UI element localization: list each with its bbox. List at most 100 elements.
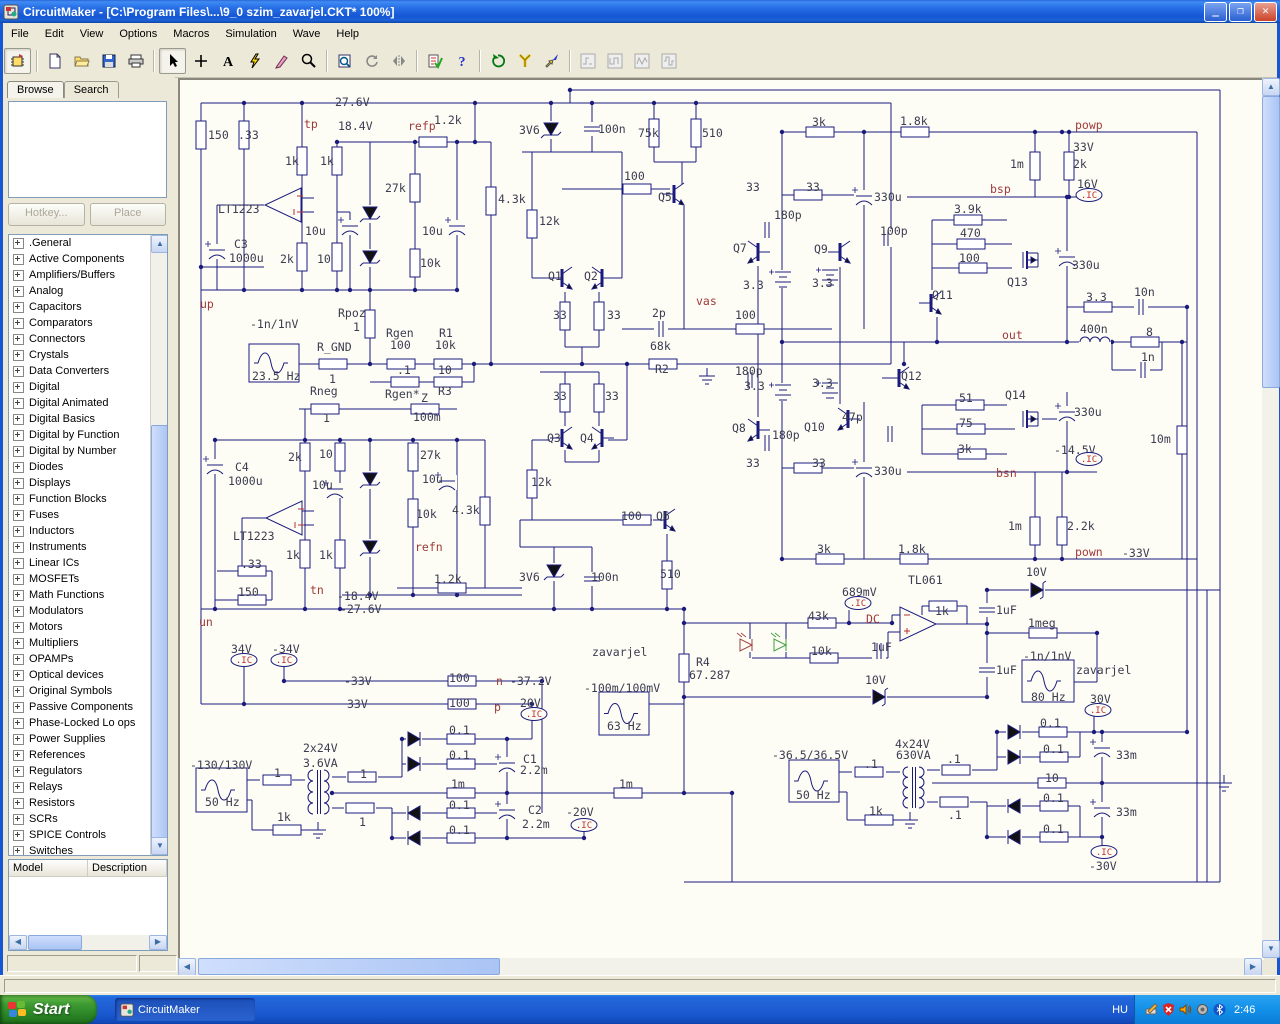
save-button[interactable] — [96, 49, 121, 73]
utility-wrench-button[interactable] — [512, 49, 537, 73]
category-amplifiers-buffers[interactable]: Amplifiers/Buffers — [9, 267, 167, 283]
probe-pen-button[interactable] — [269, 49, 294, 73]
category-digital-by-number[interactable]: Digital by Number — [9, 443, 167, 459]
expand-icon[interactable] — [13, 413, 24, 425]
schematic-canvas[interactable]: 27.6V tp 18.4V refp 1.2k 150.33 1k 1k 27k LT1223 1… — [178, 78, 1264, 960]
category--general[interactable]: .General — [9, 235, 167, 251]
volume-tray-icon[interactable] — [1178, 1002, 1193, 1017]
mirror-button[interactable] — [386, 49, 411, 73]
tab-search[interactable]: Search — [63, 81, 119, 98]
cursor-button[interactable] — [159, 47, 186, 74]
delete-lightning-button[interactable] — [242, 49, 267, 73]
scope-3-button[interactable] — [629, 49, 654, 73]
schematic-vscrollbar[interactable]: ▲ ▼ — [1262, 78, 1280, 958]
expand-icon[interactable] — [13, 637, 24, 649]
schematic-hscrollbar[interactable]: ◀ ▶ — [178, 957, 1262, 976]
menu-edit[interactable]: Edit — [37, 25, 72, 43]
rotate-button[interactable] — [359, 49, 384, 73]
restore-button[interactable]: ❐ — [1229, 1, 1252, 22]
menu-macros[interactable]: Macros — [165, 25, 217, 43]
expand-icon[interactable] — [13, 541, 24, 553]
category-passive-components[interactable]: Passive Components — [9, 699, 167, 715]
category-digital-by-function[interactable]: Digital by Function — [9, 427, 167, 443]
category-capacitors[interactable]: Capacitors — [9, 299, 167, 315]
tree-scroll-up-icon[interactable]: ▲ — [151, 235, 167, 253]
canvas-scroll-up-icon[interactable]: ▲ — [1262, 78, 1280, 96]
expand-icon[interactable] — [13, 749, 24, 761]
expand-icon[interactable] — [13, 509, 24, 521]
expand-icon[interactable] — [13, 445, 24, 457]
category-opamps[interactable]: OPAMPs — [9, 651, 167, 667]
category-resistors[interactable]: Resistors — [9, 795, 167, 811]
category-regulators[interactable]: Regulators — [9, 763, 167, 779]
probe-arrow-button[interactable] — [539, 49, 564, 73]
taskbar-item-circuitmaker[interactable]: CircuitMaker — [115, 998, 255, 1021]
category-active-components[interactable]: Active Components — [9, 251, 167, 267]
simulation-check-button[interactable] — [422, 49, 447, 73]
menu-help[interactable]: Help — [328, 25, 367, 43]
category-modulators[interactable]: Modulators — [9, 603, 167, 619]
category-diodes[interactable]: Diodes — [9, 459, 167, 475]
expand-icon[interactable] — [13, 557, 24, 569]
category-comparators[interactable]: Comparators — [9, 315, 167, 331]
category-data-converters[interactable]: Data Converters — [9, 363, 167, 379]
category-crystals[interactable]: Crystals — [9, 347, 167, 363]
description-column-header[interactable]: Description — [88, 860, 167, 877]
audio-device-tray-icon[interactable] — [1195, 1002, 1210, 1017]
close-button[interactable]: ✕ — [1254, 1, 1277, 22]
category-spice-controls[interactable]: SPICE Controls — [9, 827, 167, 843]
canvas-scroll-left-icon[interactable]: ◀ — [178, 957, 196, 976]
expand-icon[interactable] — [13, 349, 24, 361]
model-table-hscrollbar[interactable]: ◀ ▶ — [9, 935, 167, 950]
model-scroll-right-icon[interactable]: ▶ — [149, 935, 167, 950]
scope-4-button[interactable] — [656, 49, 681, 73]
category-motors[interactable]: Motors — [9, 619, 167, 635]
menu-view[interactable]: View — [72, 25, 112, 43]
expand-icon[interactable] — [13, 493, 24, 505]
expand-icon[interactable] — [13, 701, 24, 713]
reset-button[interactable] — [485, 49, 510, 73]
menu-simulation[interactable]: Simulation — [217, 25, 284, 43]
category-multipliers[interactable]: Multipliers — [9, 635, 167, 651]
browse-chip-button[interactable] — [4, 47, 31, 74]
category-fuses[interactable]: Fuses — [9, 507, 167, 523]
category-math-functions[interactable]: Math Functions — [9, 587, 167, 603]
category-digital[interactable]: Digital — [9, 379, 167, 395]
expand-icon[interactable] — [13, 669, 24, 681]
expand-icon[interactable] — [13, 237, 24, 249]
expand-icon[interactable] — [13, 717, 24, 729]
component-category-tree[interactable]: .General Active Components Amplifiers/Buff… — [8, 234, 168, 856]
expand-icon[interactable] — [13, 589, 24, 601]
menu-wave[interactable]: Wave — [285, 25, 329, 43]
category-connectors[interactable]: Connectors — [9, 331, 167, 347]
expand-icon[interactable] — [13, 765, 24, 777]
expand-icon[interactable] — [13, 301, 24, 313]
expand-icon[interactable] — [13, 317, 24, 329]
tree-scrollbar[interactable]: ▲ ▼ — [150, 235, 167, 855]
scope-2-button[interactable] — [602, 49, 627, 73]
expand-icon[interactable] — [13, 253, 24, 265]
zoom-button[interactable] — [296, 49, 321, 73]
wire-plus-button[interactable] — [188, 49, 213, 73]
place-button[interactable]: Place — [89, 203, 166, 226]
expand-icon[interactable] — [13, 397, 24, 409]
category-scrs[interactable]: SCRs — [9, 811, 167, 827]
expand-icon[interactable] — [13, 605, 24, 617]
expand-icon[interactable] — [13, 461, 24, 473]
expand-icon[interactable] — [13, 621, 24, 633]
menu-options[interactable]: Options — [111, 25, 165, 43]
category-switches[interactable]: Switches — [9, 843, 167, 855]
hotkey-button[interactable]: Hotkey... — [8, 203, 85, 226]
canvas-scroll-down-icon[interactable]: ▼ — [1262, 940, 1280, 958]
model-column-header[interactable]: Model — [9, 860, 88, 877]
category-digital-animated[interactable]: Digital Animated — [9, 395, 167, 411]
bluetooth-tray-icon[interactable] — [1212, 1002, 1227, 1017]
model-table[interactable]: Model Description ◀ ▶ — [8, 859, 168, 951]
canvas-scroll-right-icon[interactable]: ▶ — [1244, 957, 1262, 976]
expand-icon[interactable] — [13, 381, 24, 393]
expand-icon[interactable] — [13, 845, 24, 855]
expand-icon[interactable] — [13, 733, 24, 745]
category-original-symbols[interactable]: Original Symbols — [9, 683, 167, 699]
expand-icon[interactable] — [13, 813, 24, 825]
expand-icon[interactable] — [13, 653, 24, 665]
